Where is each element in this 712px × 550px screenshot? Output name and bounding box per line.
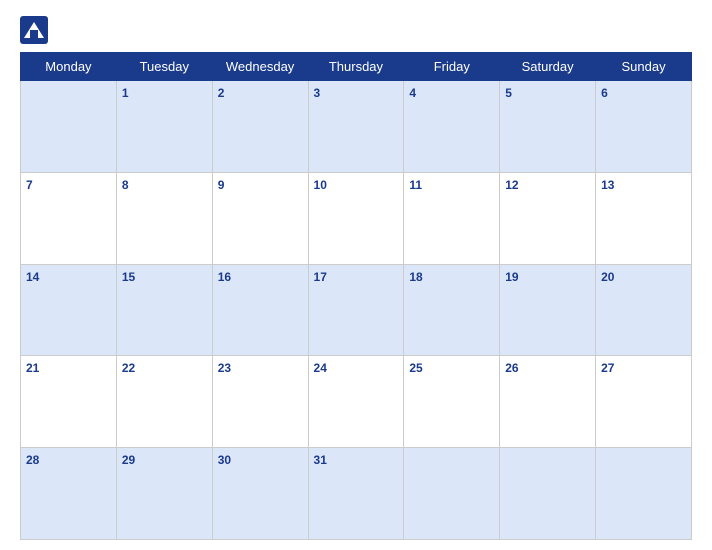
day-number-24: 24 [314,361,327,375]
day-cell-5: 5 [500,81,596,173]
day-number-30: 30 [218,453,231,467]
day-number-18: 18 [409,270,422,284]
day-number-19: 19 [505,270,518,284]
day-number-26: 26 [505,361,518,375]
day-number-1: 1 [122,86,129,100]
day-cell-13: 13 [596,172,692,264]
day-cell-19: 19 [500,264,596,356]
day-cell-26: 26 [500,356,596,448]
day-cell-8: 8 [116,172,212,264]
week-row-1: 1 2 3 4 5 6 [21,81,692,173]
day-cell-23: 23 [212,356,308,448]
day-number-13: 13 [601,178,614,192]
day-number-23: 23 [218,361,231,375]
day-number-5: 5 [505,86,512,100]
day-header-wednesday: Wednesday [212,53,308,81]
day-cell-17: 17 [308,264,404,356]
day-header-sunday: Sunday [596,53,692,81]
day-cell-27: 27 [596,356,692,448]
day-header-monday: Monday [21,53,117,81]
day-number-25: 25 [409,361,422,375]
day-cell-6: 6 [596,81,692,173]
day-number-22: 22 [122,361,135,375]
day-number-4: 4 [409,86,416,100]
day-cell-11: 11 [404,172,500,264]
calendar-table: MondayTuesdayWednesdayThursdayFridaySatu… [20,52,692,540]
logo-icon [20,16,48,44]
week-row-3: 14 15 16 17 18 19 20 [21,264,692,356]
day-cell-1: 1 [116,81,212,173]
day-number-15: 15 [122,270,135,284]
day-number-12: 12 [505,178,518,192]
day-number-7: 7 [26,178,33,192]
day-header-tuesday: Tuesday [116,53,212,81]
day-header-thursday: Thursday [308,53,404,81]
week-row-2: 7 8 9 10 11 12 13 [21,172,692,264]
day-cell-16: 16 [212,264,308,356]
day-cell-14: 14 [21,264,117,356]
day-number-28: 28 [26,453,39,467]
day-cell-18: 18 [404,264,500,356]
empty-cell [404,448,500,540]
day-cell-29: 29 [116,448,212,540]
day-cell-2: 2 [212,81,308,173]
day-number-6: 6 [601,86,608,100]
day-number-16: 16 [218,270,231,284]
day-number-21: 21 [26,361,39,375]
day-cell-12: 12 [500,172,596,264]
day-cell-25: 25 [404,356,500,448]
empty-cell [596,448,692,540]
week-row-4: 21 22 23 24 25 26 27 [21,356,692,448]
day-number-27: 27 [601,361,614,375]
logo [20,16,52,44]
day-number-31: 31 [314,453,327,467]
day-cell-3: 3 [308,81,404,173]
day-number-9: 9 [218,178,225,192]
day-number-10: 10 [314,178,327,192]
day-cell-30: 30 [212,448,308,540]
day-cell-28: 28 [21,448,117,540]
day-cell-22: 22 [116,356,212,448]
day-header-saturday: Saturday [500,53,596,81]
day-number-11: 11 [409,178,422,192]
day-cell-31: 31 [308,448,404,540]
day-cell-10: 10 [308,172,404,264]
day-number-20: 20 [601,270,614,284]
day-cell-24: 24 [308,356,404,448]
week-row-5: 28 29 30 31 [21,448,692,540]
day-cell-4: 4 [404,81,500,173]
day-number-14: 14 [26,270,39,284]
day-cell-21: 21 [21,356,117,448]
day-number-8: 8 [122,178,129,192]
calendar-header [20,10,692,48]
day-cell-20: 20 [596,264,692,356]
day-header-friday: Friday [404,53,500,81]
days-header-row: MondayTuesdayWednesdayThursdayFridaySatu… [21,53,692,81]
day-number-2: 2 [218,86,225,100]
empty-cell [21,81,117,173]
day-cell-15: 15 [116,264,212,356]
day-cell-9: 9 [212,172,308,264]
day-number-17: 17 [314,270,327,284]
day-number-3: 3 [314,86,321,100]
day-cell-7: 7 [21,172,117,264]
day-number-29: 29 [122,453,135,467]
empty-cell [500,448,596,540]
